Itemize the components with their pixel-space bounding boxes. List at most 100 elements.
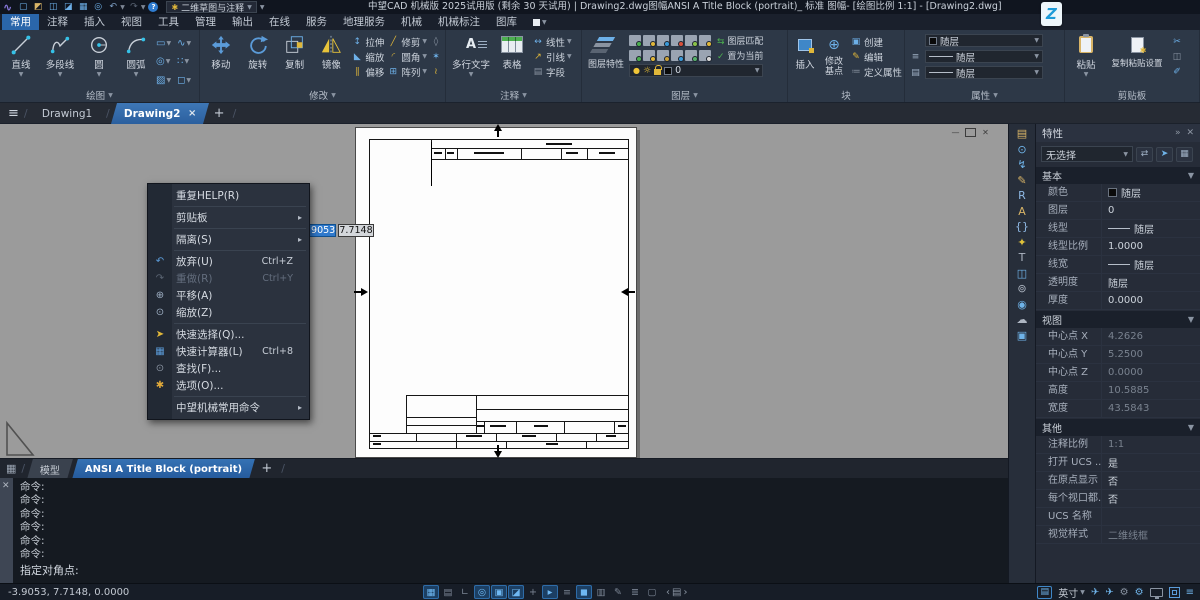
command-close-icon[interactable]: ✕ [2, 481, 10, 491]
menu-item-pan[interactable]: ⊕平移(A) [148, 287, 309, 304]
donut-tool-button[interactable]: ◎▼ [156, 54, 171, 69]
object-snap-tracking-toggle[interactable]: ◪ [508, 585, 524, 599]
properties-panel-label[interactable]: 属性▼ [905, 88, 1064, 102]
section-header-0[interactable]: 基本▼ [1036, 167, 1200, 184]
transparency-toggle[interactable]: ◼ [576, 585, 592, 599]
drawing-canvas[interactable]: — ✕ [0, 124, 1008, 458]
auto-hide-icon[interactable]: » [1175, 128, 1181, 138]
minimize-icon[interactable]: — [950, 128, 961, 137]
copy-clip-button[interactable]: ◫ [1171, 50, 1183, 63]
property-value[interactable]: 否 [1102, 491, 1200, 506]
offset-button[interactable]: ∥偏移 [351, 65, 384, 78]
point-tool-button[interactable]: ∷▼ [177, 54, 191, 69]
toggle-pickadd-icon[interactable]: ⇄ [1136, 147, 1153, 162]
preview-icon[interactable]: ◎ [92, 1, 104, 13]
radius-tool-icon[interactable]: R [1018, 190, 1026, 201]
property-value[interactable]: 随层 [1102, 257, 1200, 272]
layer-tool-icon[interactable] [699, 35, 711, 46]
ribbon-tab-tools[interactable]: 工具 [150, 14, 187, 30]
close-panel-icon[interactable]: ✕ [1186, 128, 1194, 138]
status-menu-icon[interactable]: ≡ [1186, 587, 1194, 598]
property-value[interactable]: 0 [1102, 205, 1200, 216]
selection-dropdown[interactable]: 无选择 ▼ [1041, 146, 1133, 162]
save-file-icon[interactable]: ◫ [47, 1, 59, 13]
object-snap-3d-toggle[interactable]: + [525, 585, 541, 599]
ribbon-tab-manage[interactable]: 管理 [187, 14, 224, 30]
mtext-button[interactable]: A 多行文字▼ [450, 33, 492, 88]
ribbon-tab-library[interactable]: 图库 [488, 14, 525, 30]
ribbon-tab-mech[interactable]: 机械 [393, 14, 430, 30]
scale-button[interactable]: ◣缩放 [351, 50, 384, 63]
layer-tool-icon[interactable] [643, 35, 655, 46]
menu-item-undo[interactable]: ↶放弃(U)Ctrl+Z [148, 253, 309, 270]
paste-button[interactable]: 粘贴▼ [1069, 33, 1103, 88]
layer-tool-icon[interactable] [629, 35, 641, 46]
ribbon-tab-services[interactable]: 服务 [298, 14, 335, 30]
rotate-button[interactable]: 旋转 [241, 33, 275, 88]
menu-item-mech-commands[interactable]: 中望机械常用命令▸ [148, 399, 309, 416]
layer-tool-icon[interactable] [685, 50, 697, 61]
hardware-acceleration-icon[interactable] [1150, 588, 1163, 597]
ribbon-tab-home[interactable]: 常用 [2, 14, 39, 30]
copy-button[interactable]: 复制 [278, 33, 312, 88]
stretch-button[interactable]: ↕拉伸 [351, 35, 384, 48]
line-button[interactable]: 直线▼ [4, 33, 38, 88]
cut-button[interactable]: ✂ [1171, 35, 1183, 48]
open-file-icon[interactable]: ◩ [32, 1, 44, 13]
annotation-visibility-icon[interactable]: ✈ [1091, 587, 1099, 598]
lineweight-dropdown[interactable]: 随层▼ [925, 50, 1043, 63]
property-value[interactable]: 1:1 [1102, 439, 1200, 450]
ribbon-tab-geo-services[interactable]: 地理服务 [335, 14, 393, 30]
match-properties-button[interactable]: ✐ [1171, 65, 1183, 78]
modify-panel-label[interactable]: 修改▼ [200, 88, 445, 102]
magnifier-tool-icon[interactable]: ⊙ [1017, 144, 1026, 155]
paper-space-icon[interactable]: ▤ [1037, 586, 1052, 599]
ribbon-display-toggle[interactable]: ▼ [533, 14, 547, 30]
quick-properties-toggle[interactable]: ≣ [627, 585, 643, 599]
property-value[interactable]: 1.0000 [1102, 241, 1200, 252]
property-value[interactable]: 0.0000 [1102, 295, 1200, 306]
doc-tab-drawing2[interactable]: Drawing2× [111, 103, 209, 124]
units-dropdown[interactable]: 英寸▼ [1058, 585, 1085, 600]
view-frame-tool-icon[interactable]: ▤ [1017, 128, 1027, 139]
plot-icon[interactable]: ▦ [77, 1, 89, 13]
property-value[interactable]: 随层 [1102, 275, 1200, 290]
layer-properties-button[interactable]: 图层特性 [586, 33, 626, 88]
break-mark-tool-icon[interactable]: ✦ [1017, 237, 1026, 248]
full-screen-icon[interactable] [1169, 587, 1180, 598]
linetype-dropdown[interactable]: 随层▼ [925, 66, 1043, 79]
erase-button[interactable]: ◊ [430, 35, 442, 48]
field-button[interactable]: ▤字段 [532, 65, 572, 78]
command-window-grip[interactable]: ✕ [0, 478, 13, 583]
ribbon-tab-online[interactable]: 在线 [261, 14, 298, 30]
annotate-panel-label[interactable]: 注释▼ [446, 88, 581, 102]
leader-button[interactable]: ↗引线▼ [532, 50, 572, 63]
quick-select-panel-icon[interactable]: ▦ [1176, 147, 1193, 162]
label-text-tool-icon[interactable]: T [1019, 252, 1026, 263]
object-color-dropdown[interactable]: 随层▼ [925, 34, 1043, 47]
property-value[interactable]: 随层 [1102, 185, 1200, 200]
grid-toggle[interactable]: ▦ [423, 585, 439, 599]
object-snap-toggle[interactable]: ▣ [491, 585, 507, 599]
property-value[interactable]: 否 [1102, 473, 1200, 488]
select-objects-icon[interactable]: ➤ [1156, 147, 1173, 162]
move-button[interactable]: 移动 [204, 33, 238, 88]
ribbon-tab-output[interactable]: 输出 [224, 14, 261, 30]
restore-icon[interactable] [965, 128, 976, 137]
define-attribute-button[interactable]: ≔定义属性 [850, 65, 902, 78]
layer-tool-icon[interactable] [657, 35, 669, 46]
snap-toggle[interactable]: ▤ [440, 585, 456, 599]
bracket-tool-icon[interactable]: {} [1015, 221, 1029, 232]
slot-tool-button[interactable]: ◻▼ [177, 73, 191, 88]
help-icon[interactable]: ? [148, 2, 158, 12]
new-file-icon[interactable]: ▢ [17, 1, 29, 13]
text-style-tool-icon[interactable]: A [1018, 206, 1026, 217]
prev-layout-icon[interactable]: ‹ [666, 587, 670, 598]
annotation-scale-sync-icon[interactable]: ⚙ [1120, 587, 1129, 598]
property-value[interactable]: 43.5843 [1102, 403, 1200, 414]
property-value[interactable]: 4.2626 [1102, 331, 1200, 342]
command-prompt[interactable]: 指定对角点: [20, 562, 79, 578]
create-block-button[interactable]: ▣创建 [850, 35, 902, 48]
make-current-button[interactable]: ✓ 置为当前 [717, 49, 763, 62]
edit-block-button[interactable]: ✎编辑 [850, 50, 902, 63]
